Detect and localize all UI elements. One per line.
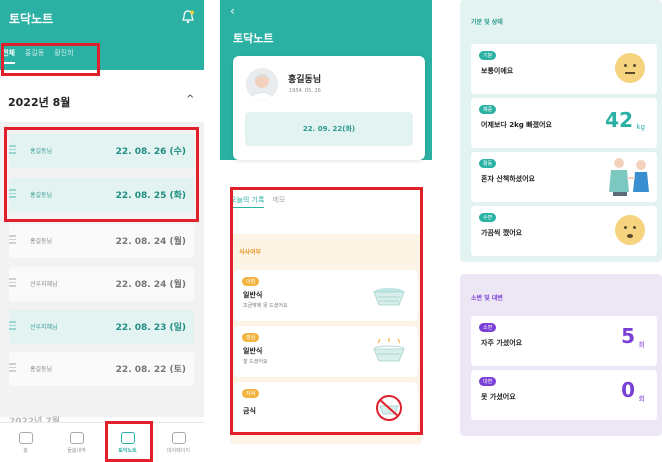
- urine-card: 소변 자주 가셨어요 5 회: [471, 316, 657, 366]
- status-text: 못 가셨어요: [481, 393, 516, 401]
- list-item-date: 22. 08. 24 (월): [115, 280, 186, 290]
- patient-birthdate: 1954. 05. 26: [289, 88, 321, 94]
- calendar-icon: [69, 431, 84, 444]
- avatar: [246, 68, 278, 100]
- activity-card: 활동 혼자 산책하셨어요: [471, 152, 657, 202]
- status-badge: 기분: [479, 51, 497, 60]
- status-screen: 기분 및 상태 기분 보통이에요 체중 어제보다 2kg 빠졌어요 42 kg …: [458, 0, 662, 462]
- sleepy-face-icon: [615, 215, 645, 245]
- list-item-date: 22. 08. 23 (일): [115, 323, 186, 333]
- urine-unit: 회: [638, 341, 645, 349]
- collapse-chevron-icon[interactable]: ^: [186, 94, 194, 105]
- nav-label: 돌봄내역: [67, 447, 86, 454]
- patient-card: 홍길동님 1954. 05. 26 22. 09. 22(화): [233, 56, 425, 160]
- bell-icon[interactable]: [182, 10, 194, 24]
- app-title: 토닥노트: [9, 12, 54, 26]
- section-title: 소변 및 대변: [471, 295, 503, 302]
- status-text: 자주 가셨어요: [481, 339, 523, 347]
- walking-illustration-icon: [609, 158, 649, 196]
- status-badge: 소변: [479, 323, 497, 332]
- list-item-name: 선우지혜님: [30, 324, 58, 331]
- status-badge: 대변: [479, 377, 497, 386]
- nav-label: 홈: [23, 447, 28, 454]
- mood-card: 기분 보통이에요: [471, 44, 657, 94]
- status-text: 혼자 산책하셨어요: [481, 175, 535, 183]
- nav-mypage[interactable]: 마이페이지: [153, 423, 204, 462]
- stool-count: 0: [621, 378, 635, 402]
- list-item[interactable]: 선우지혜님 22. 08. 23 (일): [9, 310, 194, 344]
- patient-name: 홍길동님: [288, 75, 322, 85]
- list-item-date: 22. 08. 22 (토): [115, 365, 186, 375]
- mood-status-section: 기분 및 상태 기분 보통이에요 체중 어제보다 2kg 빠졌어요 42 kg …: [460, 0, 662, 262]
- drag-handle-icon: [9, 235, 16, 247]
- weight-card: 체중 어제보다 2kg 빠졌어요 42 kg: [471, 98, 657, 148]
- month-heading: 2022년 8월: [8, 96, 71, 109]
- status-text: 어제보다 2kg 빠졌어요: [481, 121, 552, 129]
- weight-unit: kg: [636, 123, 646, 131]
- tabs-highlight-box: [1, 43, 100, 76]
- list-item-name: 홍길동님: [30, 366, 53, 373]
- stool-card: 대변 못 가셨어요 0 회: [471, 370, 657, 420]
- toilet-section: 소변 및 대변 소변 자주 가셨어요 5 회 대변 못 가셨어요 0 회: [460, 274, 662, 436]
- section-title: 기분 및 상태: [471, 19, 503, 26]
- note-detail-screen: ‹ 토닥노트 홍길동님 1954. 05. 26 22. 09. 22(화) 오…: [220, 0, 432, 462]
- list-item[interactable]: 홍길동님 22. 08. 22 (토): [9, 352, 194, 386]
- list-item[interactable]: 선우지혜님 22. 08. 24 (월): [9, 267, 194, 301]
- list-item-name: 선우지혜님: [30, 281, 58, 288]
- nav-highlight-box: [105, 421, 153, 462]
- record-date[interactable]: 22. 09. 22(화): [245, 112, 413, 146]
- list-item-name: 홍길동님: [30, 238, 53, 245]
- status-badge: 수면: [479, 213, 497, 222]
- status-text: 가끔씩 깼어요: [481, 229, 523, 237]
- drag-handle-icon: [9, 278, 16, 290]
- status-badge: 체중: [479, 105, 497, 114]
- weight-value: 42: [605, 108, 633, 132]
- neutral-face-icon: [615, 53, 645, 83]
- record-highlight-box: [230, 187, 423, 435]
- list-item-date: 22. 08. 24 (월): [115, 237, 186, 247]
- sleep-card: 수면 가끔씩 깼어요: [471, 206, 657, 256]
- status-badge: 활동: [479, 159, 497, 168]
- status-text: 보통이에요: [481, 67, 514, 75]
- bottom-nav: 홈 돌봄내역 토닥노트 마이페이지: [0, 422, 204, 462]
- urine-count: 5: [621, 324, 635, 348]
- page-title: 토닥노트: [233, 32, 274, 45]
- note-list-screen: 토닥노트 전체 홍길동 황진희 2022년 8월 ^ 홍길동님 22. 08. …: [0, 0, 204, 462]
- list-item[interactable]: 홍길동님 22. 08. 24 (월): [9, 224, 194, 258]
- back-icon[interactable]: ‹: [230, 4, 235, 18]
- stool-unit: 회: [638, 395, 645, 403]
- nav-home[interactable]: 홈: [0, 423, 51, 462]
- home-icon: [18, 431, 33, 444]
- nav-label: 마이페이지: [166, 447, 190, 454]
- drag-handle-icon: [9, 363, 16, 375]
- rows-highlight-box: [4, 127, 199, 222]
- nav-care-history[interactable]: 돌봄내역: [51, 423, 102, 462]
- user-icon: [171, 431, 186, 444]
- drag-handle-icon: [9, 321, 16, 333]
